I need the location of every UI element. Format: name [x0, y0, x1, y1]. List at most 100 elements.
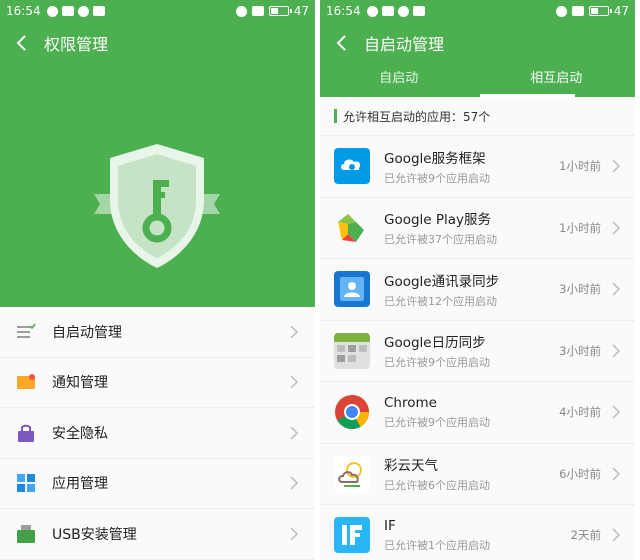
- app-grid-icon: [17, 474, 35, 493]
- app-name: IF: [384, 517, 396, 534]
- download-icon: [92, 6, 105, 16]
- app-name: Google日历同步: [384, 335, 486, 352]
- chevron-right-icon: [290, 426, 299, 440]
- menu-item-usb-install[interactable]: USB安装管理: [0, 509, 315, 560]
- app-time: 1小时前: [559, 159, 601, 174]
- app-row[interactable]: Google服务框架 已允许被9个应用启动 1小时前: [320, 135, 635, 197]
- title-bar: 自启动管理: [320, 22, 635, 64]
- shield-key-icon: [94, 144, 220, 268]
- app-row[interactable]: Google日历同步 已允许被9个应用启动 3小时前: [320, 319, 635, 381]
- chevron-right-icon: [290, 375, 299, 389]
- status-bar: 16:54 47: [0, 0, 315, 22]
- app-subtitle: 已允许被37个应用启动: [384, 233, 497, 247]
- app-time: 3小时前: [559, 282, 601, 297]
- permission-management-screen: 16:54 47 权限管理 自启动管理 通知管理 安全隐私 应用管理 USB安装…: [0, 0, 315, 560]
- title-bar: 权限管理: [0, 22, 315, 64]
- wifi-icon: [555, 5, 567, 17]
- app-time: 2天前: [570, 528, 601, 543]
- hero-banner: [0, 64, 315, 307]
- app-name: Google通讯录同步: [384, 273, 500, 290]
- app-time: 1小时前: [559, 220, 601, 235]
- chevron-right-icon: [612, 467, 621, 481]
- app-subtitle: 已允许被1个应用启动: [384, 538, 490, 552]
- app-time: 3小时前: [559, 343, 601, 358]
- menu-item-label: 应用管理: [52, 476, 108, 493]
- menu-item-privacy[interactable]: 安全隐私: [0, 408, 315, 459]
- back-button[interactable]: [0, 22, 44, 64]
- google-services-framework-icon: [334, 148, 370, 185]
- back-arrow-icon: [336, 35, 346, 51]
- chevron-right-icon: [290, 476, 299, 490]
- app-name: Google服务框架: [384, 150, 486, 167]
- signal-icon: [571, 6, 584, 16]
- chevron-right-icon: [612, 159, 621, 173]
- menu-item-label: 通知管理: [52, 375, 108, 392]
- mail-icon: [77, 5, 89, 17]
- startup-list-icon: [17, 323, 36, 338]
- chat-icon: [366, 5, 378, 17]
- app-subtitle: 已允许被9个应用启动: [384, 171, 490, 185]
- accent-bar: [334, 109, 337, 123]
- tab-mutual-start[interactable]: 相互启动: [478, 64, 636, 97]
- summary-text: 允许相互启动的应用：57个: [343, 109, 491, 124]
- menu-item-notifications[interactable]: 通知管理: [0, 358, 315, 408]
- battery-level: 47: [613, 4, 629, 18]
- app-row[interactable]: Chrome 已允许被9个应用启动 4小时前: [320, 381, 635, 443]
- app-subtitle: 已允许被12个应用启动: [384, 294, 497, 308]
- app-time: 6小时前: [559, 466, 601, 481]
- app-name: 彩云天气: [384, 458, 438, 475]
- page-title: 自启动管理: [364, 35, 445, 54]
- app-row[interactable]: Google Play服务 已允许被37个应用启动 1小时前: [320, 196, 635, 258]
- menu-item-app-management[interactable]: 应用管理: [0, 459, 315, 509]
- battery-level: 47: [293, 4, 309, 18]
- chrome-icon: [334, 394, 370, 430]
- chevron-right-icon: [290, 325, 299, 339]
- app-subtitle: 已允许被9个应用启动: [384, 356, 490, 370]
- battery-icon: [588, 6, 612, 16]
- status-bar: 16:54 47: [320, 0, 635, 22]
- menu-item-label: 自启动管理: [52, 324, 122, 341]
- wifi-icon: [235, 5, 247, 17]
- usb-install-icon: [17, 524, 35, 543]
- summary-header: 允许相互启动的应用：57个: [320, 97, 635, 135]
- tab-self-start[interactable]: 自启动: [320, 64, 478, 97]
- status-time: 16:54: [326, 4, 361, 18]
- google-calendar-sync-icon: [334, 332, 370, 369]
- google-contacts-sync-icon: [334, 271, 370, 308]
- app-name: Google Play服务: [384, 212, 492, 229]
- caiyun-weather-icon: [334, 455, 370, 492]
- google-play-services-icon: [334, 210, 370, 246]
- chevron-right-icon: [290, 527, 299, 541]
- signal-icon: [251, 6, 264, 16]
- permission-menu: 自启动管理 通知管理 安全隐私 应用管理 USB安装管理: [0, 307, 315, 560]
- app-row[interactable]: IF 已允许被1个应用启动 2天前: [320, 504, 635, 560]
- back-button[interactable]: [320, 22, 364, 64]
- app-subtitle: 已允许被9个应用启动: [384, 415, 490, 429]
- tab-bar: 自启动 相互启动: [320, 64, 635, 97]
- chevron-right-icon: [612, 344, 621, 358]
- app-row[interactable]: Google通讯录同步 已允许被12个应用启动 3小时前: [320, 258, 635, 320]
- tab-indicator: [480, 94, 575, 97]
- app-row[interactable]: 彩云天气 已允许被6个应用启动 6小时前: [320, 442, 635, 504]
- app-time: 4小时前: [559, 405, 601, 420]
- image-icon: [61, 6, 74, 16]
- mail-icon: [397, 5, 409, 17]
- download-icon: [412, 6, 425, 16]
- chevron-right-icon: [612, 221, 621, 235]
- startup-management-screen: 16:54 47 自启动管理 自启动 相互启动 允许相互启动的应用：57个 Go…: [320, 0, 635, 560]
- chevron-right-icon: [612, 282, 621, 296]
- page-title: 权限管理: [44, 35, 109, 54]
- battery-icon: [268, 6, 292, 16]
- back-arrow-icon: [16, 35, 26, 51]
- status-time: 16:54: [6, 4, 41, 18]
- chevron-right-icon: [612, 528, 621, 542]
- screens: 16:54 47 权限管理 自启动管理 通知管理 安全隐私 应用管理 USB安装…: [0, 0, 640, 560]
- app-name: Chrome: [384, 394, 437, 411]
- notification-icon: [17, 374, 35, 390]
- privacy-lock-icon: [18, 424, 34, 442]
- image-icon: [381, 6, 394, 16]
- chat-icon: [46, 5, 58, 17]
- menu-item-label: USB安装管理: [52, 526, 137, 543]
- if-app-icon: [334, 517, 370, 554]
- menu-item-startup[interactable]: 自启动管理: [0, 307, 315, 358]
